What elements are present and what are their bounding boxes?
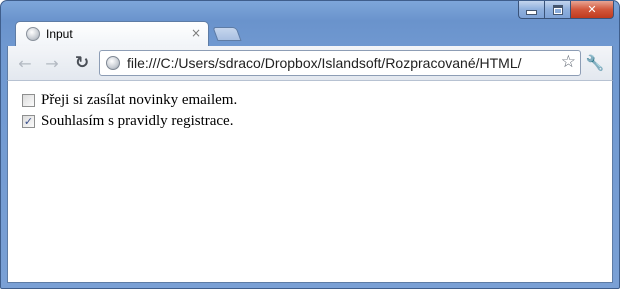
terms-option[interactable]: ✓ Souhlasím s pravidly registrace. — [22, 113, 233, 130]
terms-label: Souhlasím s pravidly registrace. — [41, 113, 234, 129]
bookmark-star-icon[interactable]: ☆ — [561, 52, 576, 72]
page-info-icon[interactable] — [106, 56, 120, 70]
newsletter-label: Přeji si zasílat novinky emailem. — [41, 92, 238, 108]
close-icon: ✕ — [587, 3, 597, 16]
forward-button[interactable]: → — [41, 52, 63, 74]
tab-input[interactable]: Input × — [15, 21, 209, 47]
forward-arrow-icon: → — [45, 53, 59, 73]
tab-title: Input — [46, 27, 73, 41]
close-window-button[interactable]: ✕ — [570, 1, 614, 19]
terms-checkbox[interactable]: ✓ — [22, 115, 35, 128]
newsletter-option[interactable]: Přeji si zasílat novinky emailem. — [22, 92, 237, 109]
page-content: Přeji si zasílat novinky emailem. ✓ Souh… — [7, 80, 613, 283]
address-bar[interactable]: file:///C:/Users/sdraco/Dropbox/Islandso… — [99, 50, 581, 76]
settings-button[interactable]: 🔧 — [584, 52, 606, 74]
globe-icon — [26, 27, 40, 41]
toolbar: ← → ↻ file:///C:/Users/sdraco/Dropbox/Is… — [7, 46, 613, 80]
reload-button[interactable]: ↻ — [71, 52, 93, 74]
back-button[interactable]: ← — [14, 52, 36, 74]
tab-close-icon[interactable]: × — [191, 26, 201, 40]
minimize-button[interactable] — [518, 1, 544, 19]
newsletter-checkbox[interactable] — [22, 94, 35, 107]
url-text[interactable]: file:///C:/Users/sdraco/Dropbox/Islandso… — [127, 55, 552, 71]
checkmark-icon: ✓ — [23, 115, 34, 128]
browser-window: ✕ Input × ← → ↻ file:///C:/Users/sdraco/… — [0, 0, 620, 289]
maximize-icon — [552, 4, 563, 15]
minimize-icon — [526, 10, 537, 15]
wrench-icon: 🔧 — [585, 54, 605, 72]
maximize-button[interactable] — [544, 1, 570, 19]
reload-icon: ↻ — [74, 53, 90, 73]
back-arrow-icon: ← — [18, 53, 32, 73]
new-tab-button[interactable] — [212, 27, 242, 41]
window-controls: ✕ — [518, 1, 614, 19]
